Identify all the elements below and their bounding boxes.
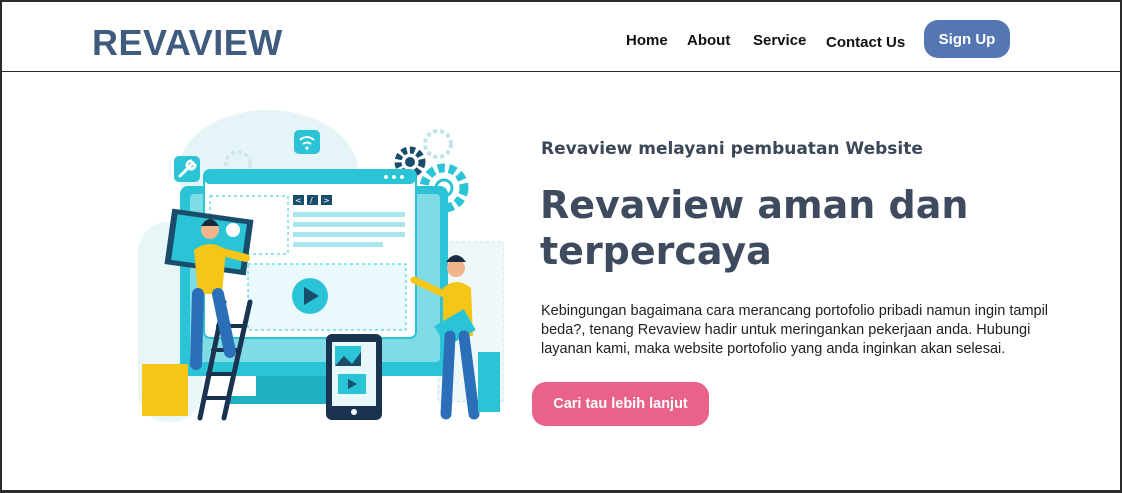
hero-title: Revaview aman dan terpercaya [540, 182, 1000, 274]
wifi-icon [294, 130, 320, 154]
nav-contact-us[interactable]: Contact Us [826, 34, 905, 51]
svg-text:/: / [310, 196, 313, 205]
svg-text:<: < [295, 196, 302, 205]
hero-subtitle: Revaview melayani pembuatan Website [541, 139, 923, 159]
nav-about[interactable]: About [687, 32, 730, 49]
code-brackets-icon: < / > [293, 195, 332, 205]
nav-service[interactable]: Service [753, 32, 806, 49]
wrench-icon [174, 156, 200, 182]
svg-text:>: > [323, 196, 330, 205]
hero-description: Kebingungan bagaimana cara merancang por… [541, 303, 1049, 357]
brand-logo[interactable]: REVAVIEW [92, 22, 283, 64]
top-navbar: REVAVIEW Home About Service Contact Us S… [2, 2, 1120, 72]
hero-illustration: < / > [138, 110, 504, 422]
page-frame: REVAVIEW Home About Service Contact Us S… [0, 0, 1122, 493]
signup-button[interactable]: Sign Up [924, 20, 1010, 58]
play-icon [292, 278, 328, 314]
hero-title-line-2: terpercaya [540, 229, 772, 273]
hero-title-line-1: Revaview aman dan [540, 183, 969, 227]
nav-home[interactable]: Home [626, 32, 668, 49]
learn-more-button[interactable]: Cari tau lebih lanjut [532, 382, 709, 426]
